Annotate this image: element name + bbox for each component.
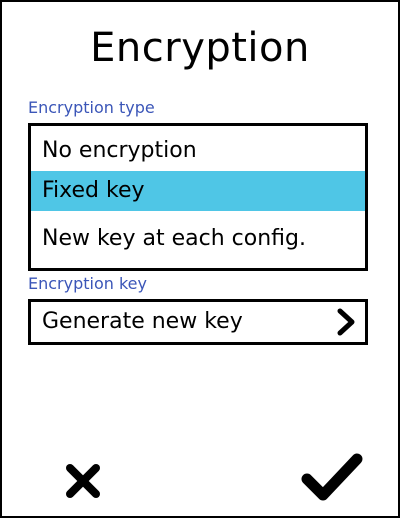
option-no-encryption[interactable]: No encryption [31,131,365,171]
encryption-key-label: Encryption key [28,274,147,293]
encryption-type-list: No encryption Fixed key New key at each … [28,123,368,271]
option-fixed-key[interactable]: Fixed key [31,171,365,211]
checkmark-icon[interactable] [301,452,363,502]
encryption-type-label: Encryption type [28,98,155,117]
chevron-right-icon [337,308,355,336]
device-screen: Encryption Encryption type No encryption… [0,0,400,518]
page-title: Encryption [90,25,310,71]
generate-new-key-label: Generate new key [42,309,243,334]
close-icon[interactable] [64,462,102,500]
option-new-key-each-config[interactable]: New key at each config. [31,219,365,259]
generate-new-key-button[interactable]: Generate new key [28,299,368,345]
